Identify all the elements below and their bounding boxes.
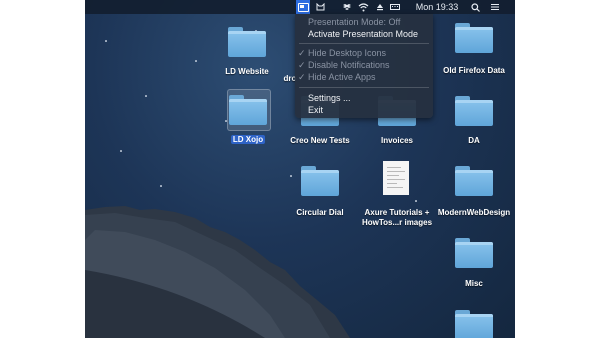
search-icon[interactable] (469, 0, 481, 14)
presentation-mode-icon[interactable] (296, 0, 310, 14)
wifi-icon[interactable] (357, 0, 370, 14)
desktop-item-circular-dial[interactable]: Circular Dial (283, 208, 357, 217)
menu-item-label: Disable Notifications (308, 60, 390, 70)
desktop-screen: LD Website dro Old Firefox Data LD Xojo … (85, 0, 515, 338)
menu-separator (299, 43, 429, 44)
checkmark-icon: ✓ (298, 60, 306, 70)
folder-icon[interactable] (455, 96, 493, 126)
menubar-clock[interactable]: Mon 19:33 (412, 0, 462, 14)
presentation-mode-menu: Presentation Mode: Off Activate Presenta… (295, 14, 433, 118)
desktop-item-old-firefox-data[interactable]: Old Firefox Data (437, 66, 511, 75)
menu-item-activate[interactable]: Activate Presentation Mode (308, 28, 418, 40)
menu-separator (299, 87, 429, 88)
menu-item-exit[interactable]: Exit (308, 104, 323, 116)
desktop-item-modernwebdesign[interactable]: ModernWebDesign (433, 208, 515, 217)
menu-item-label: Hide Desktop Icons (308, 48, 387, 58)
desktop-item-invoices[interactable]: Invoices (365, 136, 429, 145)
desktop-item-misc[interactable]: Misc (455, 279, 493, 288)
desktop-item-da[interactable]: DA (455, 136, 493, 145)
checkmark-icon: ✓ (298, 48, 306, 58)
desktop-item-axure-tutorials-line1[interactable]: Axure Tutorials + (357, 208, 437, 217)
folder-icon[interactable] (455, 23, 493, 53)
menu-item-label: Hide Active Apps (308, 72, 376, 82)
selected-label: LD Xojo (230, 135, 266, 144)
checkmark-icon: ✓ (298, 72, 306, 82)
folder-icon[interactable] (455, 238, 493, 268)
desktop-item-axure-tutorials-line2[interactable]: HowTos...r images (357, 218, 437, 227)
menu-item-settings[interactable]: Settings ... (308, 92, 351, 104)
desktop-item-ld-website[interactable]: LD Website (215, 67, 279, 76)
control-center-icon[interactable] (489, 0, 501, 14)
menu-status: Presentation Mode: Off (308, 17, 401, 27)
menu-item-disable-notifications[interactable]: ✓ Disable Notifications (298, 59, 390, 71)
document-icon[interactable] (383, 161, 409, 195)
dropbox-icon[interactable] (341, 0, 353, 14)
folder-icon[interactable] (455, 310, 493, 338)
keyboard-icon[interactable] (389, 0, 401, 14)
cat-icon[interactable] (314, 0, 326, 14)
folder-icon[interactable] (301, 166, 339, 196)
menu-bar: Mon 19:33 (85, 0, 515, 14)
folder-icon[interactable] (455, 166, 493, 196)
desktop-item-ld-xojo[interactable]: LD Xojo (226, 135, 270, 144)
menu-item-hide-active-apps[interactable]: ✓ Hide Active Apps (298, 71, 376, 83)
menu-item-hide-desktop-icons[interactable]: ✓ Hide Desktop Icons (298, 47, 387, 59)
desktop-item-creo-new-tests[interactable]: Creo New Tests (283, 136, 357, 145)
eject-icon[interactable] (374, 0, 385, 14)
folder-icon[interactable] (228, 27, 266, 57)
folder-icon[interactable] (229, 95, 267, 125)
